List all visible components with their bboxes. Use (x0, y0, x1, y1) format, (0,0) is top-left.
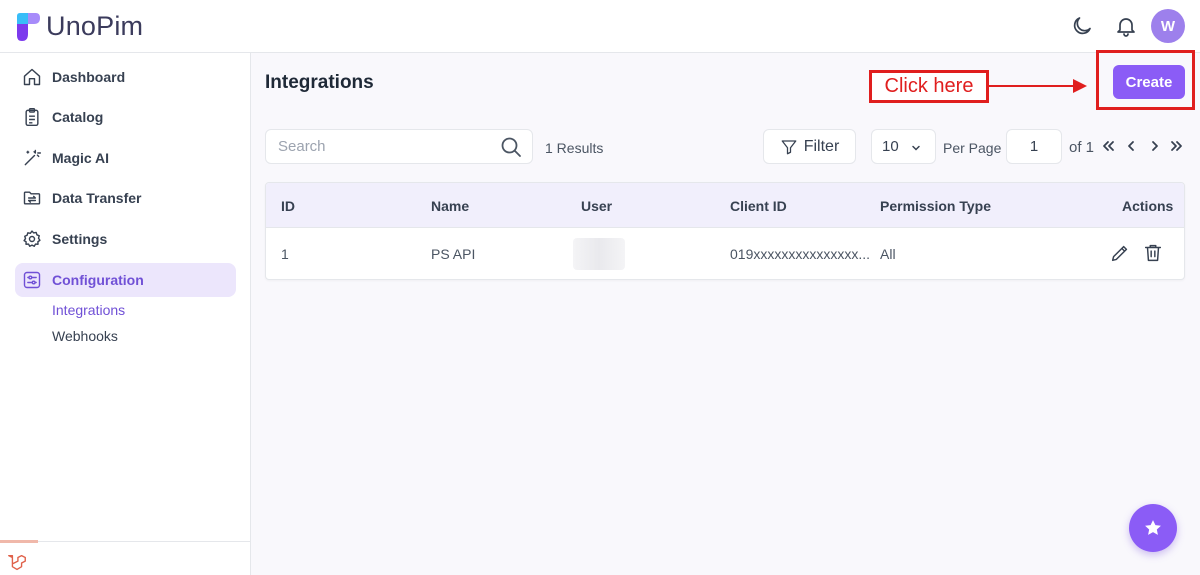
next-page-icon[interactable] (1147, 138, 1163, 154)
column-header-permission-type[interactable]: Permission Type (880, 198, 991, 214)
app-name: UnoPim (46, 11, 144, 41)
previous-page-icon[interactable] (1123, 138, 1139, 154)
cell-name: PS API (431, 246, 476, 262)
create-button[interactable]: Create (1113, 65, 1185, 99)
column-header-user[interactable]: User (581, 198, 612, 214)
app-logo[interactable]: UnoPim (14, 11, 143, 42)
edit-pencil-icon[interactable] (1109, 242, 1131, 264)
per-page-label: Per Page (943, 140, 1002, 156)
sidebar-item-label: Settings (52, 231, 108, 247)
column-header-client-id[interactable]: Client ID (730, 198, 787, 214)
sidebar: Dashboard Catalog Magic AI Data Transfer… (0, 53, 251, 575)
sidebar-item-label: Data Transfer (52, 190, 142, 206)
search-icon[interactable] (499, 135, 523, 159)
cell-user-redacted (573, 238, 625, 270)
sidebar-item-label: Dashboard (52, 69, 126, 85)
page-total-label: of 1 (1069, 139, 1095, 156)
delete-trash-icon[interactable] (1142, 242, 1164, 264)
results-count: 1 Results (545, 140, 604, 156)
cell-client-id: 019xxxxxxxxxxxxxxx... (730, 246, 871, 262)
column-header-name[interactable]: Name (431, 198, 469, 214)
sidebar-item-settings[interactable]: Settings (15, 222, 236, 256)
integrations-table: ID Name User Client ID Permission Type A… (265, 182, 1185, 280)
per-page-select[interactable]: 10 (871, 129, 936, 164)
sliders-icon (23, 271, 41, 289)
annotation-arrow-head (1073, 79, 1087, 93)
footer-accent-bar (0, 540, 38, 543)
clipboard-icon (25, 107, 39, 127)
user-avatar[interactable]: W (1151, 9, 1185, 43)
first-page-icon[interactable] (1100, 138, 1116, 154)
sidebar-subitem-integrations[interactable]: Integrations (52, 302, 125, 318)
annotation-arrow-line (989, 85, 1077, 87)
notification-bell-icon[interactable] (1114, 14, 1138, 38)
search-input[interactable] (265, 129, 533, 164)
cell-permission-type: All (880, 246, 896, 262)
sidebar-subitem-webhooks[interactable]: Webhooks (52, 328, 118, 344)
star-icon (1145, 520, 1161, 535)
column-header-actions: Actions (1122, 198, 1174, 214)
main-content: Integrations Click here Create 1 Results… (251, 50, 1200, 575)
sidebar-footer (0, 540, 250, 575)
sidebar-item-dashboard[interactable]: Dashboard (15, 60, 236, 94)
chevron-down-icon (912, 145, 920, 151)
filter-funnel-icon (781, 139, 797, 154)
home-icon (23, 68, 41, 86)
filter-label: Filter (803, 137, 840, 155)
sidebar-item-data-transfer[interactable]: Data Transfer (15, 181, 236, 215)
table-header: ID Name User Client ID Permission Type A… (266, 183, 1184, 228)
gear-icon (23, 230, 41, 247)
filter-button[interactable]: Filter (763, 129, 856, 164)
sidebar-item-magic-ai[interactable]: Magic AI (15, 141, 236, 175)
table-row: 1 PS API 019xxxxxxxxxxxxxxx... All (266, 228, 1184, 279)
cell-id: 1 (281, 246, 289, 262)
per-page-value: 10 (882, 138, 899, 155)
column-header-id[interactable]: ID (281, 198, 295, 214)
sidebar-item-label: Configuration (52, 272, 144, 288)
click-here-annotation: Click here (869, 70, 989, 103)
page-number-input[interactable] (1006, 129, 1062, 164)
sidebar-item-label: Magic AI (52, 150, 110, 166)
sidebar-item-catalog[interactable]: Catalog (15, 100, 236, 134)
sidebar-item-configuration[interactable]: Configuration (15, 263, 236, 297)
last-page-icon[interactable] (1169, 138, 1185, 154)
top-header: UnoPim W (0, 0, 1200, 53)
folder-transfer-icon (23, 191, 41, 205)
page-title: Integrations (265, 72, 374, 93)
unopim-logo-icon (17, 12, 40, 41)
laravel-icon[interactable] (6, 552, 28, 574)
sidebar-item-label: Catalog (52, 109, 104, 125)
favorites-star-button[interactable] (1129, 504, 1177, 552)
magic-wand-icon (24, 149, 42, 166)
dark-mode-moon-icon[interactable] (1070, 14, 1094, 38)
